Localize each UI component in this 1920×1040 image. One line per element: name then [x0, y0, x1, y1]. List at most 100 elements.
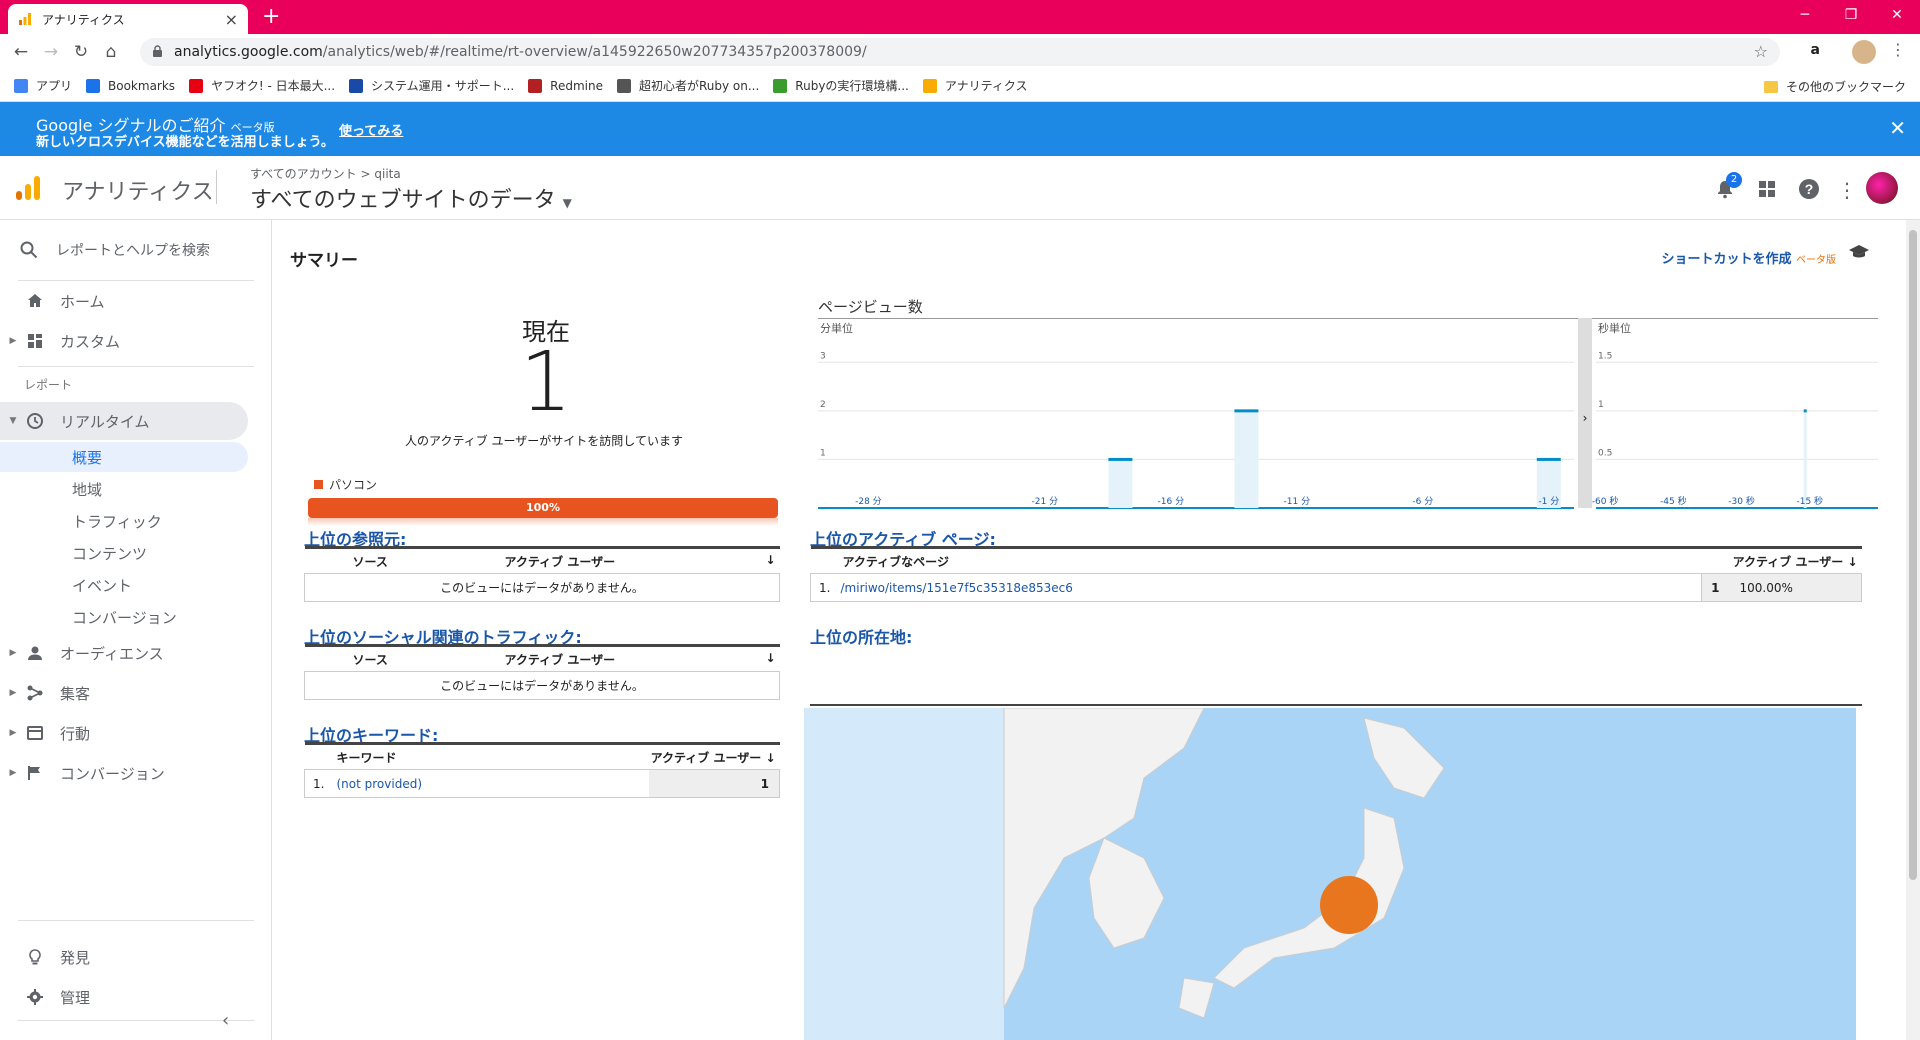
column-active-users[interactable]: アクティブ ユーザー ↓	[464, 546, 780, 574]
header-divider	[216, 170, 217, 204]
sidebar-item-behavior[interactable]: ▶ 行動	[0, 714, 248, 752]
page-link[interactable]: /miriwo/items/151e7f5c35318e853ec6	[841, 581, 1073, 595]
bookmark-star-icon[interactable]: ☆	[1754, 42, 1768, 61]
y-tick-label: 2	[820, 400, 826, 410]
sidebar-item-acquisition[interactable]: ▶ 集客	[0, 674, 248, 712]
sidebar-item-discover[interactable]: 発見	[0, 938, 248, 976]
analytics-header: アナリティクス すべてのアカウント > qiita すべてのウェブサイトのデータ…	[0, 156, 1920, 220]
sort-down-icon: ↓	[765, 650, 776, 665]
bar-top	[1108, 457, 1133, 461]
sidebar-item-label: オーディエンス	[60, 644, 164, 663]
banner-try-button[interactable]: 使ってみる	[339, 120, 403, 139]
scrollbar-thumb[interactable]	[1909, 230, 1917, 880]
user-avatar[interactable]	[1866, 172, 1898, 204]
window-close-icon[interactable]: ✕	[1874, 0, 1920, 30]
pageviews-title: ページビュー数	[818, 298, 923, 316]
sidebar-item-custom[interactable]: ▶ カスタム	[0, 322, 248, 360]
sidebar-subitem-conversions[interactable]: コンバージョン	[0, 602, 248, 632]
back-icon[interactable]: ←	[6, 42, 36, 62]
active-users-description: 人のアクティブ ユーザーがサイトを訪問しています	[405, 434, 683, 448]
location-map[interactable]	[804, 708, 1856, 1040]
more-menu-icon[interactable]: ⋮	[1836, 178, 1858, 202]
keyword-cell: (not provided)	[330, 769, 649, 798]
view-selector[interactable]: すべてのウェブサイトのデータ ▼	[250, 182, 572, 214]
sidebar-subitem-events[interactable]: イベント	[0, 570, 248, 600]
home-icon[interactable]: ⌂	[96, 42, 126, 62]
tab-close-icon[interactable]: ×	[225, 10, 238, 29]
browser-menu-icon[interactable]: ⋮	[1890, 40, 1906, 59]
x-tick-label: -15 秒	[1796, 495, 1823, 507]
bookmark-item[interactable]: Redmine	[528, 78, 603, 93]
sidebar-subitem-content[interactable]: コンテンツ	[0, 538, 248, 568]
column-active-users[interactable]: アクティブ ユーザー ↓	[648, 742, 780, 770]
per-minute-label: 分単位	[820, 321, 853, 335]
column-active-users[interactable]: アクティブ ユーザー ↓	[464, 644, 780, 672]
bar-fill	[1108, 459, 1133, 508]
y-tick-label: 0.5	[1598, 448, 1612, 458]
banner-close-icon[interactable]: ✕	[1889, 116, 1906, 140]
bookmark-item[interactable]: アナリティクス	[922, 77, 1028, 94]
analytics-favicon-icon	[18, 12, 32, 26]
keyword-users: 1	[648, 769, 780, 798]
sidebar-subitem-overview[interactable]: 概要	[0, 442, 248, 472]
app-name: アナリティクス	[62, 180, 214, 205]
keyword-link[interactable]: (not provided)	[337, 777, 423, 791]
per-minute-chart: 1 2 3 -28 分 -21 分 -16 分 -11 分 -6 分 -1 分	[818, 351, 1574, 509]
flag-icon	[28, 766, 40, 780]
restore-icon[interactable]: ❐	[1828, 0, 1874, 30]
reload-icon[interactable]: ↻	[66, 42, 96, 62]
column-keyword[interactable]: キーワード	[304, 742, 649, 770]
amazon-extension-icon[interactable]: a	[1811, 42, 1820, 58]
y-tick-label: 3	[820, 351, 826, 361]
lightbulb-icon	[29, 949, 41, 965]
account-breadcrumb[interactable]: すべてのアカウント > qiita	[250, 165, 401, 182]
sidebar-item-audience[interactable]: ▶ オーディエンス	[0, 634, 248, 672]
column-source[interactable]: ソース	[304, 546, 465, 574]
new-tab-icon[interactable]: +	[262, 4, 280, 29]
chart-splitter-arrow-icon[interactable]: ›	[1583, 411, 1588, 425]
bookmark-item[interactable]: システム運用・サポート...	[349, 77, 514, 94]
help-icon[interactable]: ?	[1798, 178, 1820, 200]
sidebar-item-home[interactable]: ホーム	[0, 282, 248, 320]
create-shortcut-link[interactable]: ショートカットを作成 ベータ版	[1661, 248, 1836, 267]
bookmark-item[interactable]: Rubyの実行環境構...	[773, 77, 909, 94]
sidebar-item-admin[interactable]: 管理	[0, 978, 248, 1016]
bookmark-item[interactable]: 超初心者がRuby on...	[616, 77, 759, 94]
forward-icon[interactable]: →	[36, 42, 66, 62]
bookmark-favicon-icon	[773, 78, 788, 93]
graduation-cap-icon[interactable]	[1848, 244, 1870, 260]
other-bookmarks-label: その他のブックマーク	[1785, 80, 1906, 94]
notifications-bell-icon[interactable]: 2	[1714, 172, 1742, 200]
bookmark-item[interactable]: ヤフオク! - 日本最大...	[189, 77, 335, 94]
column-active-users[interactable]: アクティブ ユーザー ↓	[1701, 546, 1862, 574]
sidebar-item-conversions[interactable]: ▶ コンバージョン	[0, 754, 248, 792]
sidebar-subitem-traffic[interactable]: トラフィック	[0, 506, 248, 536]
sidebar-divider	[18, 920, 254, 921]
device-bar-shadow	[308, 518, 778, 526]
korean-peninsula	[1088, 837, 1165, 949]
profile-avatar-icon[interactable]	[1852, 40, 1876, 64]
bookmark-item[interactable]: Bookmarks	[86, 78, 175, 93]
page-scrollbar[interactable]	[1906, 220, 1920, 1040]
bookmark-label: Redmine	[550, 78, 603, 93]
bookmark-label: Rubyの実行環境構...	[795, 79, 909, 93]
left-sidebar: レポートとヘルプを検索 ホーム ▶ カスタム レポート ▼ リアルタイム 概要 …	[0, 220, 272, 1040]
apps-grid-icon[interactable]	[1756, 178, 1778, 200]
sidebar-subitem-locations[interactable]: 地域	[0, 474, 248, 504]
other-bookmarks[interactable]: その他のブックマーク	[1763, 78, 1906, 95]
browser-tab[interactable]: アナリティクス ×	[8, 4, 248, 34]
sidebar-item-realtime[interactable]: ▼ リアルタイム	[0, 402, 248, 440]
location-marker[interactable]	[1320, 876, 1378, 934]
column-active-users-label: アクティブ ユーザー	[650, 750, 762, 765]
address-bar[interactable]: analytics.google.com/analytics/web/#/rea…	[140, 38, 1780, 66]
realtime-overview: サマリー ショートカットを作成 ベータ版 現在 1 人のアクティブ ユーザーがサ…	[274, 236, 1890, 1040]
collapse-sidebar-icon[interactable]: ‹	[222, 1010, 229, 1031]
column-source[interactable]: ソース	[304, 644, 465, 672]
minimize-icon[interactable]: ─	[1782, 0, 1828, 30]
column-active-page[interactable]: アクティブなページ	[810, 546, 1702, 574]
bookmark-item[interactable]: アプリ	[14, 77, 72, 94]
browser-tab-strip: アナリティクス × + ─ ❐ ✕	[0, 0, 1920, 34]
chevron-down-icon: ▼	[562, 196, 572, 210]
y-tick-label: 1.5	[1598, 351, 1612, 361]
report-search[interactable]: レポートとヘルプを検索	[20, 240, 210, 260]
